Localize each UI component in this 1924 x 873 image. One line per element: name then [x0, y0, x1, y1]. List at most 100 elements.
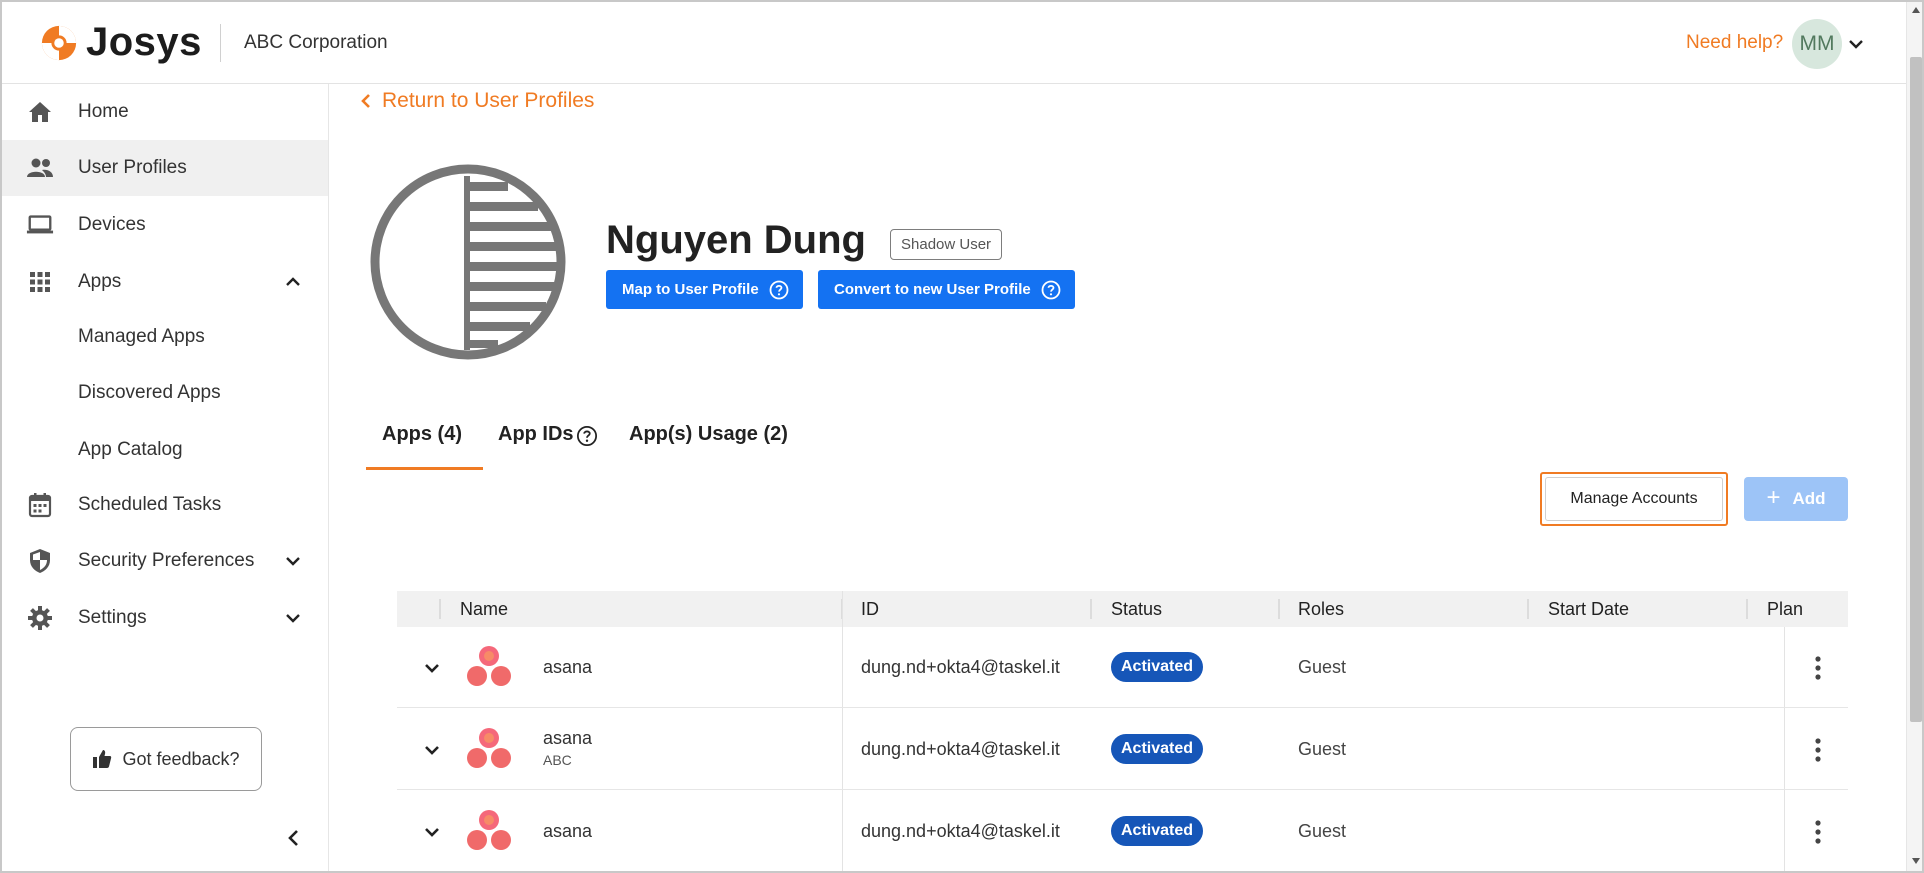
chevron-down-icon: [286, 614, 300, 623]
sidebar-subitem-app-catalog[interactable]: App Catalog: [78, 439, 183, 461]
map-to-user-profile-button[interactable]: Map to User Profile: [606, 270, 803, 309]
return-to-user-profiles-link[interactable]: Return to User Profiles: [360, 89, 594, 113]
josys-logo[interactable]: Josys: [40, 20, 202, 65]
sidebar-subitem-discovered-apps[interactable]: Discovered Apps: [78, 382, 221, 404]
josys-logo-icon: [41, 25, 77, 60]
tab-apps[interactable]: Apps (4): [382, 412, 462, 470]
user-avatar[interactable]: MM: [1792, 19, 1842, 69]
sidebar-item-user-profiles[interactable]: User Profiles: [2, 140, 328, 196]
chevron-down-icon[interactable]: [419, 737, 445, 763]
plus-icon: +: [1766, 483, 1781, 511]
column-separator: [1746, 599, 1748, 619]
vertical-scrollbar[interactable]: [1906, 2, 1922, 871]
chevron-down-icon: [286, 557, 300, 566]
asana-logo-icon: [467, 810, 511, 850]
column-header-plan[interactable]: Plan: [1767, 591, 1803, 627]
sidebar-item-settings[interactable]: Settings: [2, 590, 328, 646]
user-name-heading: Nguyen Dung: [606, 218, 866, 262]
app-name: asana: [543, 657, 593, 677]
sidebar-item-label: Apps: [78, 271, 122, 292]
app-window: Josys ABC Corporation Need help? MM Home…: [0, 0, 1924, 873]
sidebar-item-apps[interactable]: Apps: [2, 254, 328, 310]
table-header: Name ID Status Roles Start Date Plan: [397, 591, 1848, 627]
column-header-id[interactable]: ID: [861, 591, 879, 627]
scroll-up-arrow-icon[interactable]: [1911, 6, 1921, 14]
more-options-icon[interactable]: [1813, 737, 1823, 763]
active-tab-indicator: [366, 467, 483, 470]
column-separator: [1527, 599, 1529, 619]
app-instance-name: ABC: [543, 752, 572, 768]
profile-picture: [370, 164, 566, 360]
column-header-name[interactable]: Name: [460, 591, 508, 627]
chevron-down-icon[interactable]: [1846, 34, 1866, 54]
help-circle-icon[interactable]: [769, 280, 789, 300]
asana-logo-icon: [467, 728, 511, 768]
sidebar-item-label: Scheduled Tasks: [78, 494, 222, 515]
organization-name: ABC Corporation: [244, 32, 388, 53]
manage-accounts-button[interactable]: Manage Accounts: [1540, 472, 1728, 526]
chevron-left-icon: [361, 94, 370, 108]
column-separator: [1278, 599, 1280, 619]
status-badge: Activated: [1111, 734, 1204, 764]
add-button[interactable]: + Add: [1744, 477, 1848, 521]
more-options-icon[interactable]: [1813, 819, 1823, 845]
chevron-down-icon[interactable]: [419, 819, 445, 845]
people-icon: [26, 154, 54, 182]
sidebar-item-devices[interactable]: Devices: [2, 197, 328, 253]
tab-app-ids-label: App IDs: [498, 423, 574, 445]
table-row[interactable]: asana dung.nd+okta4@taskel.it Activated …: [397, 627, 1848, 708]
feedback-label: Got feedback?: [122, 748, 240, 769]
help-circle-icon[interactable]: [576, 425, 598, 447]
laptop-icon: [26, 211, 54, 239]
help-circle-icon[interactable]: [1041, 280, 1061, 300]
shield-icon: [26, 547, 54, 575]
chevron-up-icon: [286, 277, 300, 286]
sidebar-item-label: Home: [78, 101, 129, 122]
add-button-label: Add: [1792, 489, 1826, 508]
scroll-down-arrow-icon[interactable]: [1911, 857, 1921, 865]
column-header-start-date[interactable]: Start Date: [1548, 591, 1629, 627]
app-name: asana: [543, 728, 593, 748]
sidebar-item-label: User Profiles: [78, 157, 187, 178]
manage-accounts-label: Manage Accounts: [1545, 477, 1723, 521]
collapse-sidebar-icon[interactable]: [282, 826, 306, 850]
map-button-label: Map to User Profile: [622, 281, 759, 298]
home-icon: [26, 98, 54, 126]
need-help-link[interactable]: Need help?: [1686, 32, 1783, 54]
status-badge: Activated: [1111, 816, 1204, 846]
account-id: dung.nd+okta4@taskel.it: [861, 821, 1060, 841]
sidebar-item-label: Devices: [78, 214, 146, 235]
sidebar-item-home[interactable]: Home: [2, 84, 328, 140]
convert-to-new-user-profile-button[interactable]: Convert to new User Profile: [818, 270, 1075, 309]
tab-app-ids[interactable]: App IDs: [498, 412, 598, 470]
shadow-user-badge: Shadow User: [890, 229, 1003, 260]
calendar-icon: [26, 491, 54, 519]
sidebar-item-label: Security Preferences: [78, 550, 255, 571]
tab-app-usage[interactable]: App(s) Usage (2): [629, 412, 788, 470]
sidebar-item-scheduled-tasks[interactable]: Scheduled Tasks: [2, 477, 328, 533]
role: Guest: [1298, 821, 1347, 841]
account-id: dung.nd+okta4@taskel.it: [861, 739, 1060, 759]
role: Guest: [1298, 739, 1347, 759]
table-row[interactable]: asana dung.nd+okta4@taskel.it Activated …: [397, 791, 1848, 871]
sidebar-subitem-managed-apps[interactable]: Managed Apps: [78, 326, 205, 348]
app-name: asana: [543, 821, 593, 841]
scrollbar-thumb[interactable]: [1910, 57, 1922, 722]
role: Guest: [1298, 657, 1347, 677]
column-header-roles[interactable]: Roles: [1298, 591, 1344, 627]
thumbs-up-icon: [93, 750, 112, 768]
sidebar-item-security-preferences[interactable]: Security Preferences: [2, 533, 328, 589]
status-badge: Activated: [1111, 652, 1204, 682]
column-separator: [1090, 599, 1092, 619]
more-options-icon[interactable]: [1813, 655, 1823, 681]
sidebar: Home User Profiles Devices Apps Managed …: [2, 84, 329, 871]
gear-icon: [26, 604, 54, 632]
back-link-label: Return to User Profiles: [382, 89, 595, 112]
top-header: Josys ABC Corporation Need help? MM: [2, 2, 1906, 84]
column-header-status[interactable]: Status: [1111, 591, 1162, 627]
feedback-button[interactable]: Got feedback?: [70, 727, 262, 791]
chevron-down-icon[interactable]: [419, 655, 445, 681]
table-row[interactable]: asana ABC dung.nd+okta4@taskel.it Activa…: [397, 709, 1848, 790]
header-divider: [220, 24, 221, 62]
sidebar-item-label: Settings: [78, 607, 147, 628]
